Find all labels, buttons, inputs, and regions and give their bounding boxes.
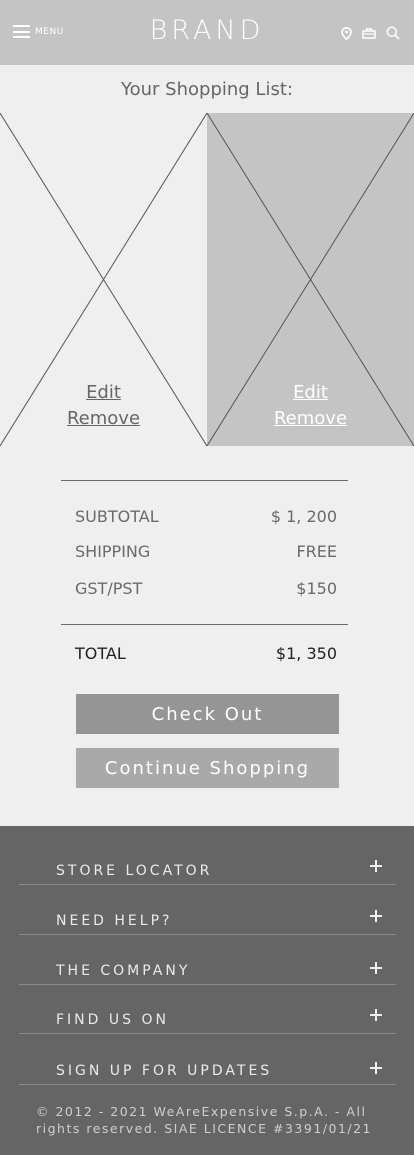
footer-item-label: THE COMPANY [56,963,191,979]
footer-item-label: NEED HELP? [56,913,173,929]
edit-link[interactable]: Edit [0,380,207,406]
bag-icon[interactable] [362,27,376,39]
subtotal-row: SUBTOTAL $ 1, 200 [75,507,337,526]
page-title: Your Shopping List: [121,79,293,100]
plus-icon [370,860,382,872]
plus-icon [370,1062,382,1074]
footer-item-label: STORE LOCATOR [56,863,213,879]
footer-item-label: FIND US ON [56,1012,169,1028]
remove-link[interactable]: Remove [207,406,414,432]
location-icon[interactable] [341,26,352,40]
copyright-text: © 2012 - 2021 WeAreExpensive S.p.A. - Al… [36,1103,396,1137]
search-icon[interactable] [386,26,400,40]
plus-icon [370,962,382,974]
remove-link[interactable]: Remove [0,406,207,432]
plus-icon [370,1009,382,1021]
total-label: TOTAL [75,644,126,663]
continue-shopping-button[interactable]: Continue Shopping [76,748,339,788]
tax-label: GST/PST [75,579,143,598]
total-row: TOTAL $1, 350 [75,644,337,663]
divider [61,624,348,625]
product-card: Edit Remove [207,113,414,446]
header: MENU BRAND [0,0,414,65]
footer-item-label: SIGN UP FOR UPDATES [56,1063,273,1079]
tax-row: GST/PST $150 [75,579,337,598]
footer-item-store-locator[interactable]: STORE LOCATOR [19,836,396,885]
footer-item-find-us-on[interactable]: FIND US ON [19,985,396,1034]
plus-icon [370,910,382,922]
subtotal-label: SUBTOTAL [75,507,159,526]
footer-item-need-help[interactable]: NEED HELP? [19,886,396,935]
footer: STORE LOCATOR NEED HELP? THE COMPANY FIN… [0,826,414,1155]
subtotal-value: $ 1, 200 [270,507,337,526]
tax-value: $150 [296,579,337,598]
total-value: $1, 350 [275,644,337,663]
copyright-line: rights reserved. SIAE LICENCE #3391/01/2… [36,1121,373,1136]
shipping-value: FREE [296,542,337,561]
header-icons [341,26,400,40]
footer-item-the-company[interactable]: THE COMPANY [19,936,396,985]
edit-link[interactable]: Edit [207,380,414,406]
shipping-label: SHIPPING [75,542,151,561]
copyright-line: © 2012 - 2021 WeAreExpensive S.p.A. - Al… [36,1104,367,1119]
product-card: Edit Remove [0,113,207,446]
shipping-row: SHIPPING FREE [75,542,337,561]
divider [61,480,348,481]
footer-item-sign-up-for-updates[interactable]: SIGN UP FOR UPDATES [19,1036,396,1085]
checkout-button[interactable]: Check Out [76,694,339,734]
